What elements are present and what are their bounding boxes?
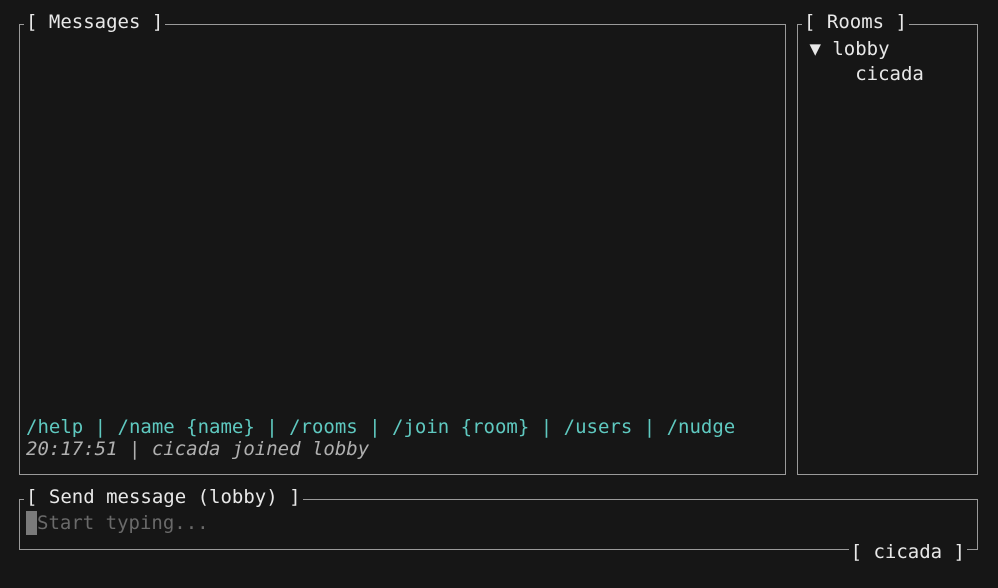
chevron-down-icon: ▼ [809, 37, 820, 62]
message-input-panel: [ Send message (lobby) ] Start typing...… [19, 499, 978, 550]
messages-content: /help | /name {name} | /rooms | /join {r… [26, 416, 779, 460]
event-timestamp: 20:17:51 [26, 438, 118, 460]
room-name: lobby [832, 38, 889, 60]
messages-panel-title: [ Messages ] [24, 11, 165, 33]
rooms-panel: [ Rooms ] ▼ lobby cicada [797, 24, 978, 475]
room-item-lobby[interactable]: ▼ lobby [798, 37, 924, 62]
help-commands-line: /help | /name {name} | /rooms | /join {r… [26, 416, 779, 438]
room-user-name: cicada [855, 63, 924, 85]
rooms-panel-title: [ Rooms ] [802, 11, 909, 33]
event-separator: | [118, 438, 152, 460]
message-input-title: [ Send message (lobby) ] [24, 486, 303, 508]
event-text: cicada joined lobby [152, 438, 369, 460]
room-user-item[interactable]: cicada [798, 62, 924, 87]
username-tag: [ cicada ] [849, 541, 967, 563]
rooms-list: ▼ lobby cicada [798, 37, 924, 87]
text-cursor [26, 511, 37, 535]
system-event-line: 20:17:51 | cicada joined lobby [26, 438, 779, 460]
message-input-placeholder: Start typing... [37, 512, 209, 534]
messages-panel: [ Messages ] /help | /name {name} | /roo… [19, 24, 786, 475]
message-input[interactable]: Start typing... [26, 511, 209, 535]
